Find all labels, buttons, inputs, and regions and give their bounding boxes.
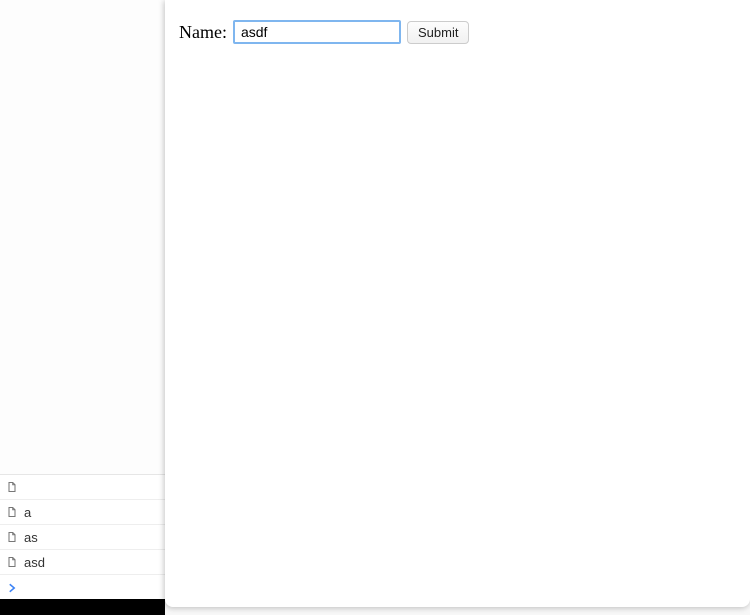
chevron-right-icon: [6, 581, 18, 593]
document-icon: [6, 481, 18, 493]
devtools-row[interactable]: a: [0, 500, 165, 525]
devtools-row-label: as: [24, 530, 159, 545]
document-icon: [6, 556, 18, 568]
name-label: Name:: [179, 22, 227, 43]
devtools-bottom-bar: [0, 599, 165, 615]
document-icon: [6, 531, 18, 543]
submit-button[interactable]: Submit: [407, 21, 469, 44]
devtools-row-label: asd: [24, 555, 159, 570]
devtools-row[interactable]: [0, 475, 165, 500]
devtools-panel: a as asd: [0, 0, 165, 615]
name-input[interactable]: [233, 20, 401, 44]
document-icon: [6, 506, 18, 518]
name-form: Name: Submit: [179, 20, 736, 44]
devtools-empty-area: [0, 0, 165, 474]
devtools-row-label: a: [24, 505, 159, 520]
devtools-row[interactable]: as: [0, 525, 165, 550]
devtools-rows: a as asd: [0, 474, 165, 575]
console-prompt[interactable]: [0, 575, 165, 599]
page-content: Name: Submit: [165, 0, 750, 607]
devtools-row[interactable]: asd: [0, 550, 165, 575]
